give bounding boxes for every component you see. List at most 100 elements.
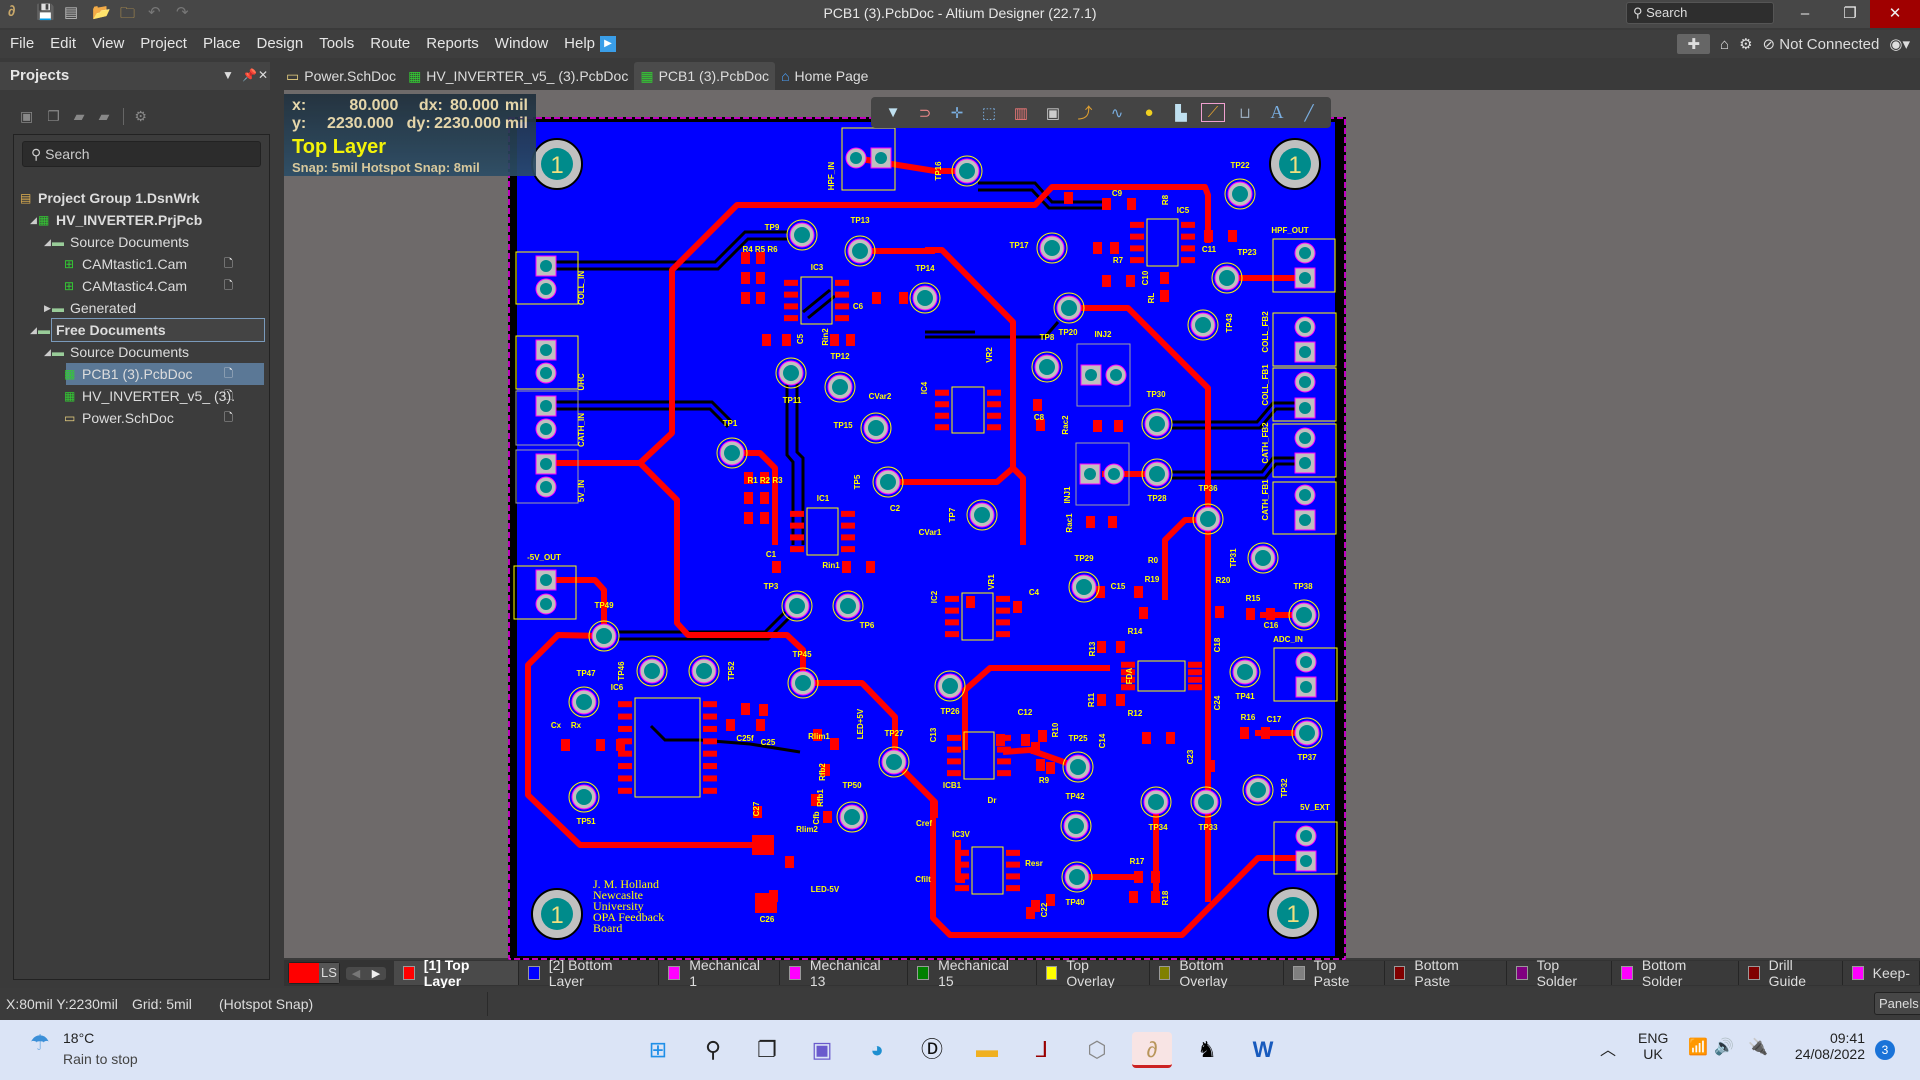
smd-pad[interactable] [616,739,625,751]
smd-pad[interactable] [1139,607,1148,619]
layer-tab[interactable]: Bottom Paste [1384,957,1507,989]
smd-pad[interactable] [760,492,769,504]
smd-pad[interactable] [703,725,717,732]
smd-pad[interactable] [618,787,632,794]
smd-pad[interactable] [756,272,765,284]
smd-pad[interactable] [1130,257,1144,264]
smd-pad[interactable] [935,412,949,419]
smd-pad[interactable] [1097,694,1106,706]
smd-pad[interactable] [996,734,1005,746]
smd-pad[interactable] [756,719,765,731]
smd-pad[interactable] [784,291,798,298]
smd-pad[interactable] [987,412,1001,419]
smd-pad[interactable] [760,512,769,524]
smd-pad[interactable] [703,713,717,720]
smd-pad[interactable] [955,885,969,892]
filter-icon[interactable]: ▼ [881,104,905,121]
interactive-routing-magnet-icon[interactable]: ⊃ [913,104,937,122]
smd-pad[interactable] [947,746,961,753]
smd-pad[interactable] [841,534,855,541]
smd-pad[interactable] [759,704,768,716]
smd-pad[interactable] [1160,272,1169,284]
smd-pad[interactable] [1006,873,1020,880]
layer-tab[interactable]: [2] Bottom Layer [518,957,660,989]
mounting-hole[interactable]: 1 [531,888,583,940]
task-view-icon[interactable]: ❐ [747,1032,787,1068]
smd-pad[interactable] [945,619,959,626]
smd-pad[interactable] [1188,684,1202,691]
smd-pad[interactable] [618,701,632,708]
smd-pad[interactable] [1093,420,1102,432]
smd-pad[interactable] [830,738,839,750]
smd-pad[interactable] [741,272,750,284]
keepout-icon[interactable]: ⟋ [1201,103,1225,122]
smd-pad[interactable] [846,334,855,346]
line-icon[interactable]: ╱ [1297,104,1321,122]
smd-pad[interactable] [1046,762,1055,774]
smd-pad[interactable] [987,424,1001,431]
component-icon[interactable]: ▣ [1041,104,1065,122]
smd-pad[interactable] [784,279,798,286]
smd-pad[interactable] [1240,727,1249,739]
smd-pad[interactable] [1006,861,1020,868]
volume-icon[interactable]: 🔊 [1714,1037,1734,1057]
smd-pad[interactable] [945,607,959,614]
smd-pad[interactable] [785,856,794,868]
dimension-icon[interactable]: ⊔ [1233,104,1257,122]
smd-pad[interactable] [703,738,717,745]
smd-pad[interactable] [784,315,798,322]
smd-pad[interactable] [1038,730,1047,742]
smd-pad[interactable] [744,492,753,504]
show-hidden-icons-chevron-icon[interactable]: ︿ [1600,1036,1616,1060]
smd-pad[interactable] [741,703,750,715]
layer-tab[interactable]: Top Overlay [1036,957,1150,989]
clock[interactable]: 09:41 24/08/2022 [1790,1030,1865,1062]
smd-pad[interactable] [835,279,849,286]
smd-pad[interactable] [1031,900,1040,912]
notification-badge[interactable]: 3 [1875,1040,1895,1060]
layer-tab[interactable]: Drill Guide [1738,957,1843,989]
dell-icon[interactable]: Ⓓ [912,1032,952,1068]
smd-pad[interactable] [997,758,1011,765]
battery-icon[interactable]: 🔌 [1748,1037,1768,1057]
altium-icon[interactable]: ∂ [1132,1032,1172,1068]
ltspice-icon[interactable]: ⅃ [1022,1032,1062,1068]
smd-pad[interactable] [703,775,717,782]
smd-pad[interactable] [1142,732,1151,744]
smd-pad[interactable] [790,510,804,517]
mounting-hole[interactable]: 1 [1267,887,1319,939]
smd-pad[interactable] [1261,727,1270,739]
smd-pad[interactable] [703,763,717,770]
panels-button[interactable]: Panels [1874,992,1920,1015]
3d-box-icon[interactable]: ⬡ [1077,1032,1117,1068]
smd-pad[interactable] [790,546,804,553]
smd-pad[interactable] [618,775,632,782]
smd-pad[interactable] [842,561,851,573]
smd-pad[interactable] [945,631,959,638]
via-icon[interactable]: ● [1137,104,1161,121]
smd-pad[interactable] [790,534,804,541]
smd-pad[interactable] [1031,742,1040,754]
layer-next-icon[interactable]: ▶ [366,967,386,980]
smd-pad[interactable] [835,291,849,298]
smd-pad[interactable] [966,596,975,608]
polygon-icon[interactable]: ▙ [1169,104,1193,122]
smd-pad[interactable] [841,522,855,529]
layer-tab[interactable]: [1] Top Layer [394,957,519,989]
smd-pad[interactable] [1166,732,1175,744]
smd-pad[interactable] [1134,871,1143,883]
smd-pad[interactable] [997,746,1011,753]
ti-icon[interactable]: ♞ [1187,1032,1227,1068]
smd-pad[interactable] [703,750,717,757]
layer-prev-icon[interactable]: ◀ [346,967,366,980]
smd-pad[interactable] [1116,641,1125,653]
layer-tab[interactable]: Mechanical 13 [780,957,909,989]
smd-pad[interactable] [1006,885,1020,892]
file-explorer-icon[interactable]: ▬ [967,1032,1007,1068]
smd-pad[interactable] [618,713,632,720]
smd-pad[interactable] [1134,586,1143,598]
smd-pad[interactable] [835,315,849,322]
smd-pad[interactable] [996,631,1010,638]
smd-pad[interactable] [1228,230,1237,242]
smd-pad[interactable] [947,770,961,777]
